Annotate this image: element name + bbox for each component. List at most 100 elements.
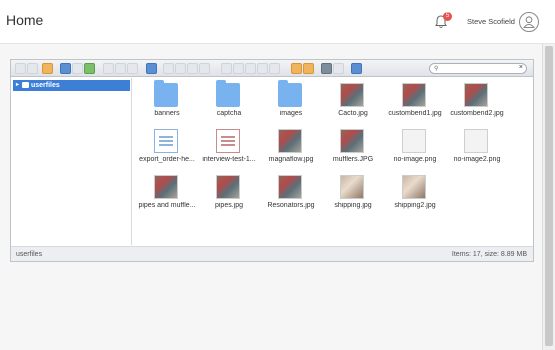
open-icon[interactable] [115,63,126,74]
save-icon[interactable] [84,63,95,74]
status-path: userfiles [16,251,43,258]
file-name: banners [154,110,180,117]
paste-icon[interactable] [187,63,198,74]
mkfile-icon[interactable] [245,63,256,74]
image-thumbnail [154,175,178,199]
tree-item-userfiles[interactable]: ▸ userfiles [13,80,130,91]
image-thumbnail [402,83,426,107]
file-name: pipes.jpg [214,202,244,209]
expand-arrow-icon[interactable]: ▸ [16,80,19,91]
toolbar-archive-group [291,63,314,75]
up-icon[interactable] [42,63,53,74]
file-name: custombend2.jpg [450,110,504,117]
toolbar-manage-group [221,63,280,75]
file-item[interactable]: magnaflow.jpg [258,127,324,171]
file-manager-toolbar: ⚲ × [11,60,533,77]
page-title: Home [6,12,44,28]
page-scrollbar-thumb[interactable] [545,46,553,346]
folder-icon [278,80,302,107]
forward-icon[interactable] [27,63,38,74]
home-folder-icon [22,82,29,88]
toolbar-info-group [146,63,157,75]
document-icon [154,129,178,153]
file-name: shipping2.jpg [394,202,436,209]
avatar[interactable] [519,12,539,32]
file-item[interactable]: pipes and muffle... [134,173,200,217]
notification-badge: 5 [443,12,452,21]
file-name: custombend1.jpg [388,110,442,117]
user-name[interactable]: Steve Scofield [467,17,515,26]
upload-icon[interactable] [257,63,268,74]
status-summary: Items: 17, size: 8.89 MB [451,251,527,258]
files-grid: banners captcha images Cacto.jpg custombend1… [134,78,532,245]
image-thumbnail [340,129,364,153]
file-item[interactable]: interview-test-1... [196,127,262,171]
reload-icon[interactable] [72,63,83,74]
file-item[interactable]: Resonators.jpg [258,173,324,217]
help-icon[interactable] [351,63,362,74]
file-item[interactable]: captcha [196,80,262,125]
image-thumbnail [278,175,302,199]
view-icon[interactable] [163,63,174,74]
icons-view-icon[interactable] [321,63,332,74]
file-item[interactable]: images [258,80,324,125]
file-name: magnaflow.jpg [268,156,314,163]
file-name: shipping.jpg [334,202,372,209]
extract-icon[interactable] [303,63,314,74]
file-manager: ⚲ × ▸ userfiles banners captcha images Cact… [10,59,534,262]
file-item[interactable]: pipes.jpg [196,173,262,217]
toolbar-select-group [103,63,138,75]
mkdir-icon[interactable] [233,63,244,74]
file-name: Cacto.jpg [338,110,368,117]
image-thumbnail [216,175,240,199]
search-input[interactable]: ⚲ × [429,63,527,74]
delete-icon[interactable] [199,63,210,74]
toolbar-help-group [351,63,362,75]
info-icon[interactable] [146,63,157,74]
file-name: interview-test-1... [202,156,256,163]
file-name: no-image2.png [453,156,501,163]
cut-icon[interactable] [175,63,186,74]
select-icon[interactable] [103,63,114,74]
file-name: images [279,110,303,117]
app-header: Home 5 Steve Scofield [0,0,555,44]
file-item[interactable]: Cacto.jpg [320,81,386,125]
file-name: Resonators.jpg [267,202,315,209]
file-item[interactable]: custombend1.jpg [382,81,448,125]
rename-icon[interactable] [221,63,232,74]
toolbar-nav-group [15,63,38,75]
toolbar-file-group [60,63,95,75]
image-thumbnail [340,175,364,199]
toolbar-edit-group [163,63,210,75]
clear-search-icon[interactable]: × [519,64,523,71]
image-thumbnail [340,83,364,107]
document-icon [216,129,240,153]
image-thumbnail [464,129,488,153]
archive-icon[interactable] [291,63,302,74]
image-thumbnail [402,175,426,199]
folder-icon [216,80,240,107]
list-view-icon[interactable] [333,63,344,74]
download-icon[interactable] [269,63,280,74]
file-item[interactable]: export_order-he... [134,127,200,171]
file-name: mufflers.JPG [332,156,374,163]
file-item[interactable]: banners [134,80,200,125]
file-name: no-image.png [393,156,437,163]
file-item[interactable]: shipping2.jpg [382,173,448,217]
toolbar-view-group [321,63,344,75]
status-bar: userfiles Items: 17, size: 8.89 MB [11,246,533,261]
folder-tree: ▸ userfiles [11,78,132,245]
toolbar-up-group [42,63,53,75]
file-item[interactable]: mufflers.JPG [320,127,386,171]
back-icon[interactable] [15,63,26,74]
file-name: pipes and muffle... [138,202,196,209]
file-item[interactable]: no-image2.png [444,127,510,171]
file-item[interactable]: no-image.png [382,127,448,171]
file-item[interactable]: shipping.jpg [320,173,386,217]
file-name: captcha [216,110,242,117]
file-name: export_order-he... [139,156,195,163]
home-icon[interactable] [60,63,71,74]
copy-icon[interactable] [127,63,138,74]
file-item[interactable]: custombend2.jpg [444,81,510,125]
image-thumbnail [278,129,302,153]
